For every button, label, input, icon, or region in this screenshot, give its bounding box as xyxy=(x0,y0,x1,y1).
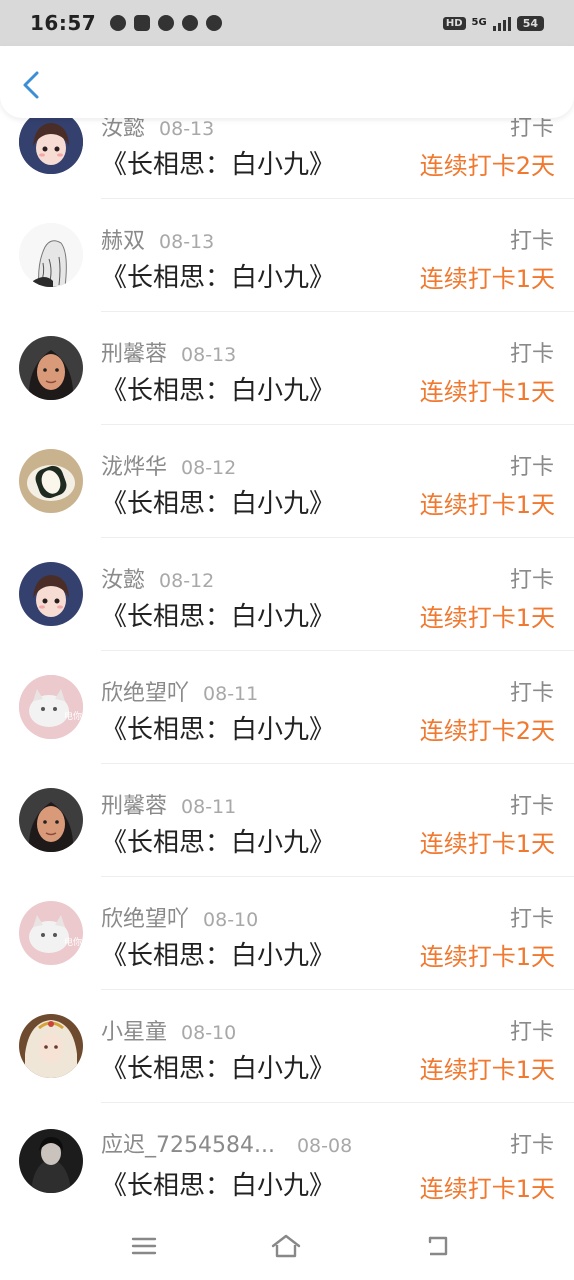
list-item[interactable]: 刑馨蓉 08-11 打卡 《长相思：白小九》 连续打卡1天 xyxy=(0,774,574,887)
streak-label: 连续打卡1天 xyxy=(419,604,555,632)
book-title: 《长相思：白小九》 xyxy=(101,489,336,519)
list-item[interactable]: 泷烨华 08-12 打卡 《长相思：白小九》 连续打卡1天 xyxy=(0,435,574,548)
avatar xyxy=(19,562,83,626)
user-name: 刑馨蓉 xyxy=(101,342,168,367)
divider xyxy=(101,876,574,877)
book-title: 《长相思：白小九》 xyxy=(101,1171,336,1201)
chevron-left-icon xyxy=(23,71,39,99)
avatar xyxy=(19,1014,83,1078)
list-item[interactable]: 小星童 08-10 打卡 《长相思：白小九》 连续打卡1天 xyxy=(0,1000,574,1113)
divider xyxy=(101,989,574,990)
user-name: 欣绝望吖 xyxy=(101,907,190,932)
divider xyxy=(101,763,574,764)
streak-label: 连续打卡1天 xyxy=(419,943,555,971)
checkin-tag: 打卡 xyxy=(509,681,554,706)
streak-label: 连续打卡1天 xyxy=(419,378,555,406)
checkin-tag: 打卡 xyxy=(509,568,554,593)
streak-label: 连续打卡2天 xyxy=(419,152,555,180)
divider xyxy=(101,311,574,312)
book-title: 《长相思：白小九》 xyxy=(101,150,336,180)
avatar xyxy=(19,223,83,287)
checkin-date: 08-13 xyxy=(181,344,237,366)
checkin-list: 汝懿 08-13 打卡 《长相思：白小九》 连续打卡2天 赫双 08-13 打卡 《… xyxy=(0,0,574,1280)
header xyxy=(0,46,574,118)
streak-label: 连续打卡2天 xyxy=(419,717,555,745)
avatar xyxy=(19,788,83,852)
book-title: 《长相思：白小九》 xyxy=(101,941,336,971)
checkin-date: 08-13 xyxy=(159,118,215,140)
avatar xyxy=(19,1129,83,1193)
divider xyxy=(101,198,574,199)
divider xyxy=(101,650,574,651)
user-name: 赫双 xyxy=(101,229,146,254)
list-item[interactable]: 应迟_7254584... 08-08 打卡 《长相思：白小九》 连续打卡1天 xyxy=(0,1113,574,1226)
checkin-tag: 打卡 xyxy=(509,342,554,367)
checkin-date: 08-08 xyxy=(296,1135,353,1157)
user-name: 汝懿 xyxy=(101,116,146,141)
checkin-date: 08-10 xyxy=(181,1022,237,1044)
book-title: 《长相思：白小九》 xyxy=(101,828,336,858)
avatar-text: 电你 xyxy=(64,936,82,948)
checkin-date: 08-13 xyxy=(159,231,215,253)
list-item[interactable]: 电你 欣绝望吖 08-11 打卡 《长相思：白小九》 连续打卡2天 xyxy=(0,661,574,774)
avatar-text: 电你 xyxy=(64,710,82,722)
checkin-tag: 打卡 xyxy=(509,1133,554,1158)
streak-label: 连续打卡1天 xyxy=(419,491,555,519)
book-title: 《长相思：白小九》 xyxy=(101,376,336,406)
list-item[interactable]: 赫双 08-13 打卡 《长相思：白小九》 连续打卡1天 xyxy=(0,209,574,322)
checkin-date: 08-11 xyxy=(203,683,259,705)
checkin-date: 08-12 xyxy=(181,457,237,479)
list-item[interactable]: 电你 欣绝望吖 08-10 打卡 《长相思：白小九》 连续打卡1天 xyxy=(0,887,574,1000)
streak-label: 连续打卡1天 xyxy=(419,265,555,293)
user-name: 刑馨蓉 xyxy=(101,794,168,819)
divider xyxy=(101,1102,574,1103)
list-item[interactable]: 刑馨蓉 08-13 打卡 《长相思：白小九》 连续打卡1天 xyxy=(0,322,574,435)
divider xyxy=(101,424,574,425)
checkin-tag: 打卡 xyxy=(509,455,554,480)
back-button[interactable] xyxy=(16,68,46,102)
divider xyxy=(101,537,574,538)
user-name: 应迟_7254584... xyxy=(101,1133,275,1158)
streak-label: 连续打卡1天 xyxy=(419,830,555,858)
avatar: 电你 xyxy=(19,901,83,965)
checkin-tag: 打卡 xyxy=(509,1020,554,1045)
streak-label: 连续打卡1天 xyxy=(419,1175,555,1203)
user-name: 汝懿 xyxy=(101,568,146,593)
checkin-date: 08-10 xyxy=(203,909,259,931)
book-title: 《长相思：白小九》 xyxy=(101,1054,336,1084)
checkin-tag: 打卡 xyxy=(509,229,554,254)
checkin-tag: 打卡 xyxy=(509,794,554,819)
book-title: 《长相思：白小九》 xyxy=(101,263,336,293)
avatar: 电你 xyxy=(19,675,83,739)
user-name: 小星童 xyxy=(101,1020,168,1045)
avatar xyxy=(19,336,83,400)
avatar xyxy=(19,449,83,513)
book-title: 《长相思：白小九》 xyxy=(101,602,336,632)
user-name: 欣绝望吖 xyxy=(101,681,190,706)
checkin-date: 08-11 xyxy=(181,796,237,818)
avatar xyxy=(19,110,83,174)
book-title: 《长相思：白小九》 xyxy=(101,715,336,745)
list-item[interactable]: 汝懿 08-12 打卡 《长相思：白小九》 连续打卡1天 xyxy=(0,548,574,661)
checkin-tag: 打卡 xyxy=(509,907,554,932)
user-name: 泷烨华 xyxy=(101,455,168,480)
streak-label: 连续打卡1天 xyxy=(419,1056,555,1084)
checkin-date: 08-12 xyxy=(159,570,215,592)
